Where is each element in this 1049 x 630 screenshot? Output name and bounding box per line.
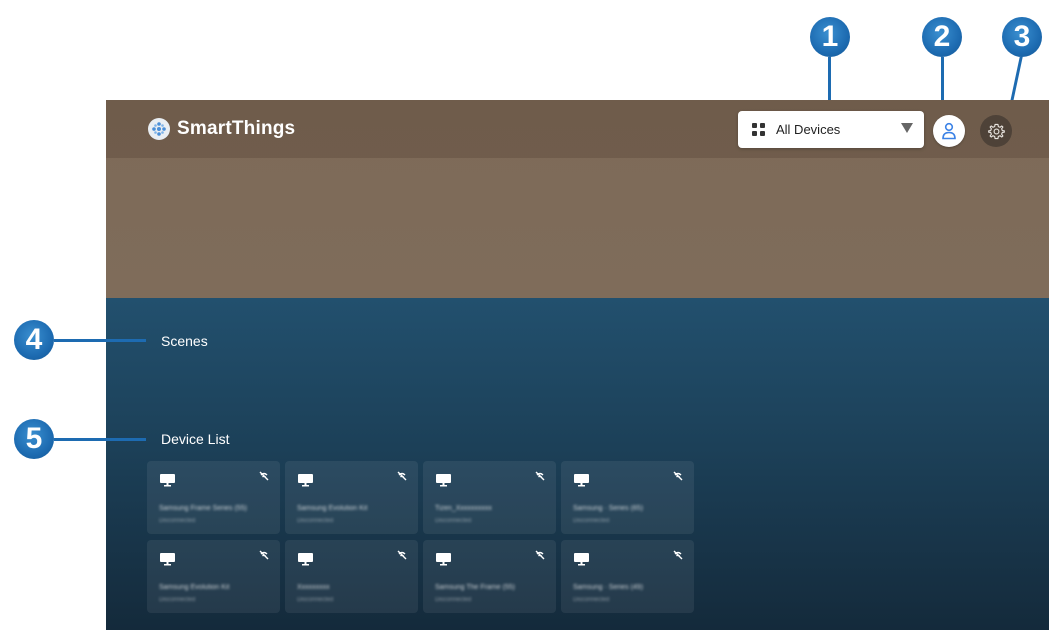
callout-2-number: 2 (933, 20, 951, 53)
device-name: Samsung Evolution Kit (159, 584, 230, 591)
disconnected-icon (397, 550, 407, 560)
monitor-icon (574, 474, 589, 487)
callout-3-number: 3 (1013, 20, 1031, 53)
device-name: Samsung · Series (65) (573, 505, 644, 512)
disconnected-icon (535, 550, 545, 560)
callout-3: 3 (1002, 17, 1042, 57)
device-status: Disconnected (573, 518, 610, 524)
app-logo: SmartThings (148, 118, 295, 140)
caret-down-icon (901, 123, 913, 133)
device-tile[interactable]: Samsung · Series (65) Disconnected (561, 461, 694, 534)
disconnected-icon (673, 550, 683, 560)
callout-5-line (54, 438, 146, 441)
monitor-icon (574, 553, 589, 566)
callout-4: 4 (14, 320, 54, 360)
disconnected-icon (259, 471, 269, 481)
app-title: SmartThings (177, 118, 296, 139)
callout-5-number: 5 (25, 422, 43, 455)
smartthings-screen: SmartThings All Devices Scenes Device Li… (106, 100, 1049, 630)
device-name: Samsung Evolution Kit (297, 505, 368, 512)
monitor-icon (298, 553, 313, 566)
device-tile[interactable]: Xxxxxxxxx Disconnected (285, 540, 418, 613)
callout-4-line (54, 339, 146, 342)
monitor-icon (160, 474, 175, 487)
device-name: Samsung Frame Series (55) (159, 505, 247, 512)
disconnected-icon (397, 471, 407, 481)
settings-button[interactable] (980, 115, 1012, 147)
monitor-icon (298, 474, 313, 487)
device-status: Disconnected (573, 597, 610, 603)
callout-1: 1 (810, 17, 850, 57)
disconnected-icon (259, 550, 269, 560)
device-status: Disconnected (159, 597, 196, 603)
device-name: Samsung The Frame (55) (435, 584, 516, 591)
user-icon (942, 122, 956, 140)
device-name: Tizen_Xxxxxxxxxx (435, 505, 492, 512)
device-tile[interactable]: Tizen_Xxxxxxxxxx Disconnected (423, 461, 556, 534)
monitor-icon (436, 474, 451, 487)
device-tile[interactable]: Samsung Frame Series (55) Disconnected (147, 461, 280, 534)
dropdown-label: All Devices (776, 122, 841, 137)
device-list-title: Device List (161, 431, 230, 447)
disconnected-icon (673, 471, 683, 481)
callout-4-number: 4 (25, 323, 43, 356)
device-status: Disconnected (435, 597, 472, 603)
device-status: Disconnected (297, 518, 334, 524)
profile-button[interactable] (933, 115, 965, 147)
monitor-icon (436, 553, 451, 566)
device-status: Disconnected (297, 597, 334, 603)
grid-icon (752, 123, 765, 136)
monitor-icon (160, 553, 175, 566)
device-tile[interactable]: Samsung Evolution Kit Disconnected (147, 540, 280, 613)
device-filter-dropdown[interactable]: All Devices (738, 111, 924, 148)
device-tile[interactable]: Samsung Evolution Kit Disconnected (285, 461, 418, 534)
smartthings-logo-icon (148, 118, 170, 140)
callout-1-number: 1 (821, 20, 839, 53)
device-status: Disconnected (435, 518, 472, 524)
gear-icon (987, 123, 1005, 139)
device-tile[interactable]: Samsung · Series (49) Disconnected (561, 540, 694, 613)
device-status: Disconnected (159, 518, 196, 524)
hero-banner: SmartThings All Devices (106, 100, 1049, 298)
device-tile[interactable]: Samsung The Frame (55) Disconnected (423, 540, 556, 613)
scenes-title: Scenes (161, 333, 208, 349)
callout-5: 5 (14, 419, 54, 459)
callout-2: 2 (922, 17, 962, 57)
device-name: Samsung · Series (49) (573, 584, 644, 591)
disconnected-icon (535, 471, 545, 481)
device-name: Xxxxxxxxx (297, 584, 330, 591)
